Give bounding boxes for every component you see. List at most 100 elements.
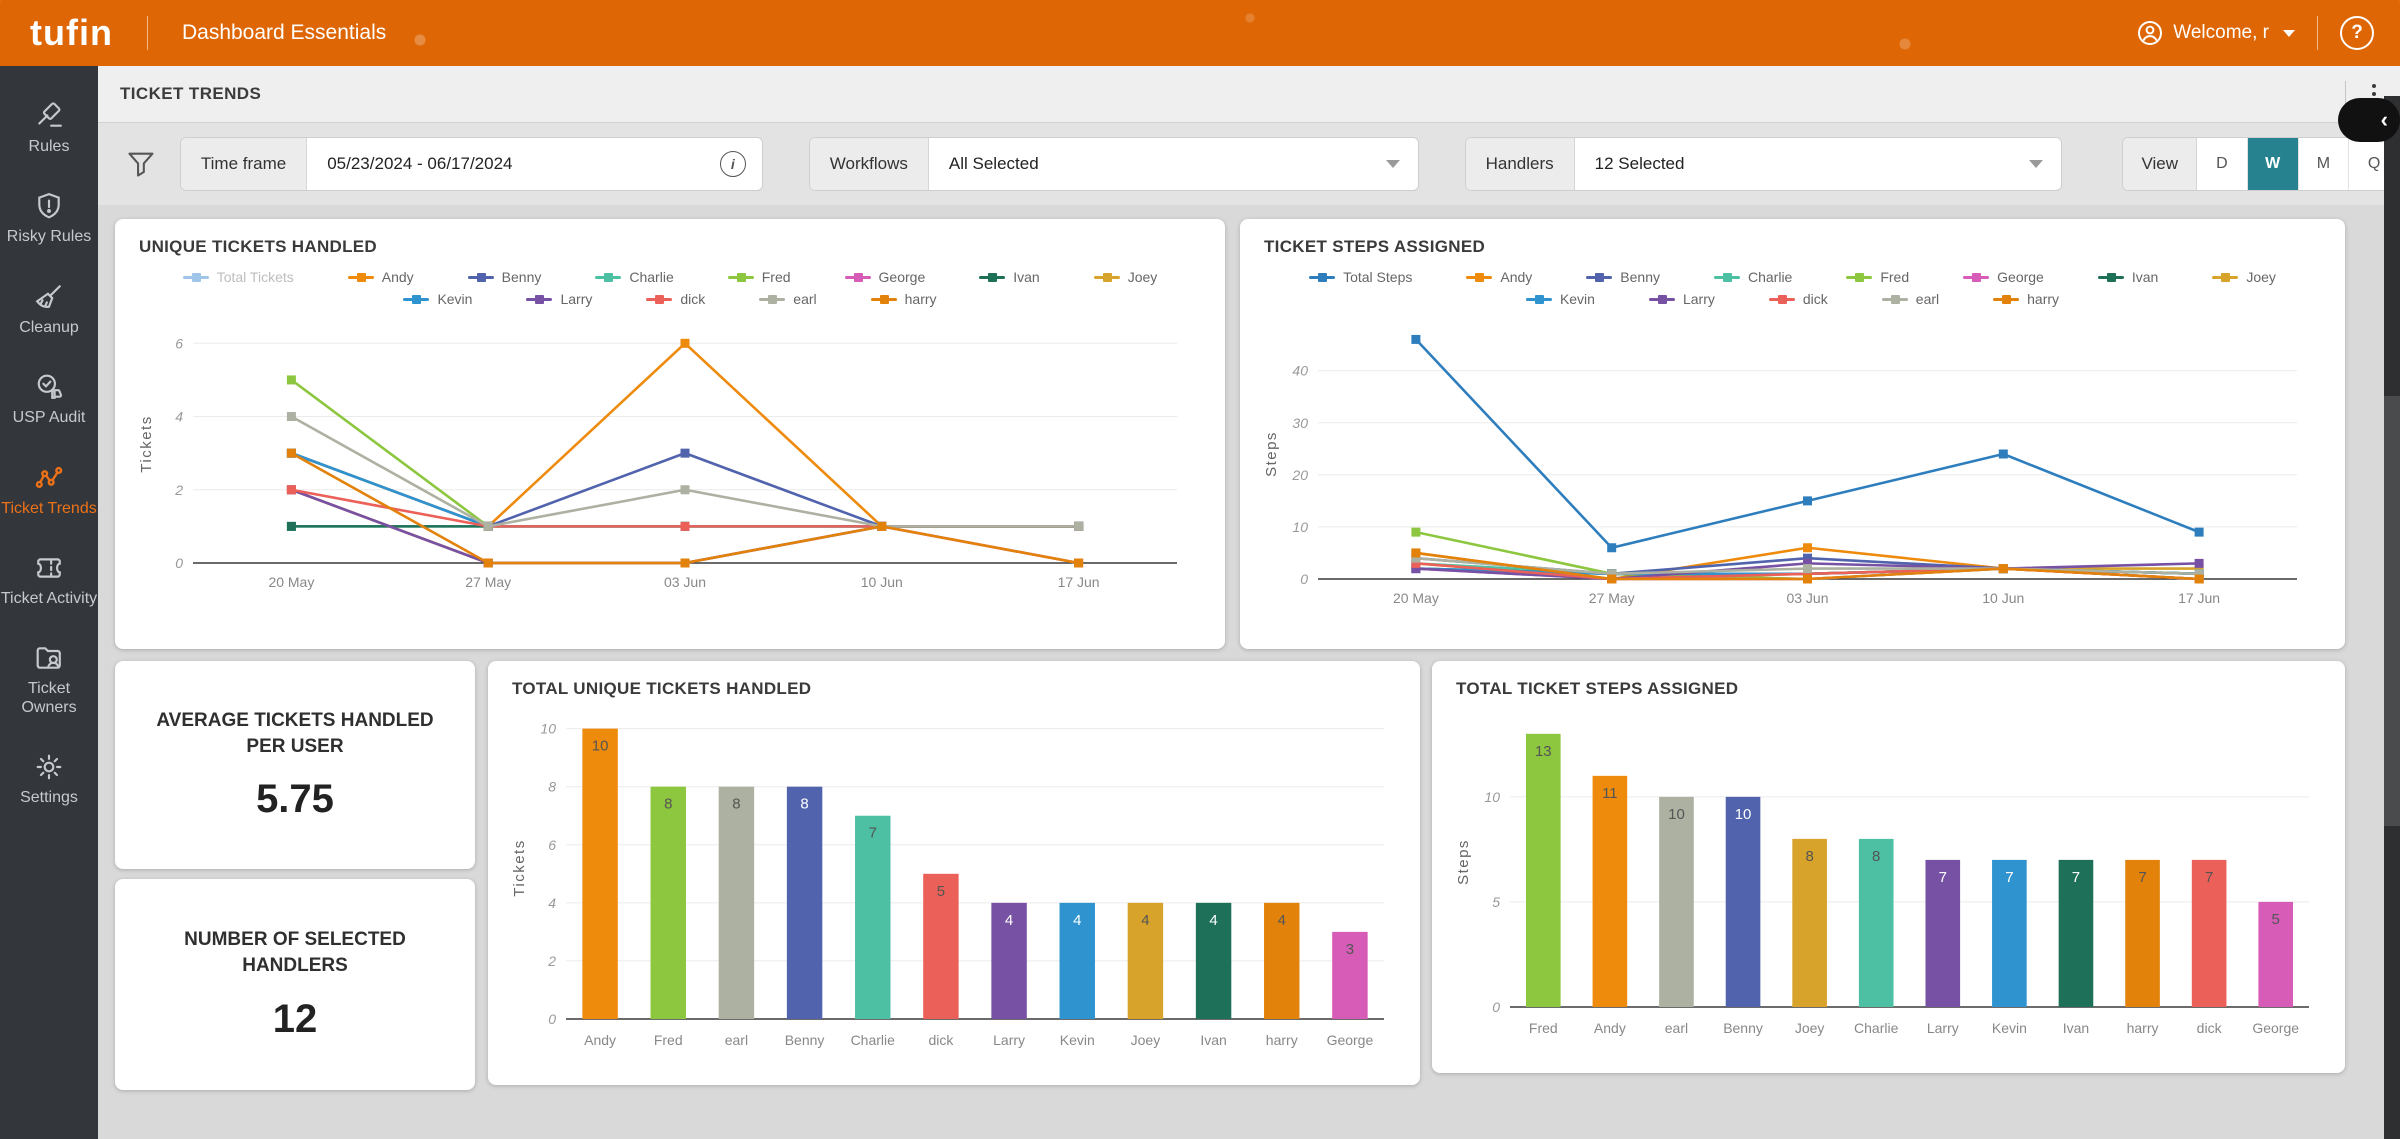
legend-marker bbox=[1963, 272, 1990, 282]
unique-tickets-line-chart: 0 2 4 6 Tickets 20 May 27 May 03 Jun 10 Jun 17 Ju… bbox=[138, 335, 1177, 590]
sidebar-item-label: Rules bbox=[28, 138, 70, 155]
sidebar-item-label: Ticket Activity bbox=[0, 589, 98, 607]
sidebar-item-usp-audit[interactable]: USP Audit bbox=[0, 359, 100, 441]
sidebar-item-settings[interactable]: Settings bbox=[0, 739, 100, 821]
legend-label: harry bbox=[904, 291, 937, 307]
legend-label: harry bbox=[2027, 291, 2060, 307]
svg-text:7: 7 bbox=[2138, 869, 2146, 886]
help-button[interactable]: ? bbox=[2340, 16, 2374, 50]
legend-item[interactable]: Larry bbox=[526, 291, 592, 307]
svg-text:earl: earl bbox=[725, 1032, 748, 1048]
sidebar-item-ticket-owners[interactable]: Ticket Owners bbox=[0, 630, 100, 731]
legend-item[interactable]: Joey bbox=[2212, 269, 2276, 285]
audit-badge-icon bbox=[37, 374, 63, 400]
legend-item[interactable]: Charlie bbox=[595, 269, 674, 285]
legend-label: Ivan bbox=[2131, 269, 2159, 285]
svg-text:Fred: Fred bbox=[1529, 1020, 1558, 1036]
handlers-dropdown[interactable]: Handlers 12 Selected bbox=[1464, 137, 2063, 191]
svg-text:6: 6 bbox=[548, 837, 556, 853]
svg-text:03 Jun: 03 Jun bbox=[664, 574, 706, 590]
filter-funnel-icon bbox=[128, 152, 154, 177]
legend-item[interactable]: Ivan bbox=[979, 269, 1040, 285]
svg-text:40: 40 bbox=[1292, 363, 1308, 379]
svg-text:dick: dick bbox=[2197, 1020, 2223, 1036]
legend-marker bbox=[844, 272, 871, 282]
svg-text:George: George bbox=[1327, 1032, 1374, 1048]
ticket-steps-line-chart: 0 10 20 30 40 Steps 20 May 27 May 03 Jun 10 Jun 17… bbox=[1263, 334, 2297, 606]
legend-item[interactable]: Fred bbox=[727, 269, 791, 285]
info-icon[interactable]: i bbox=[719, 151, 746, 177]
legend-label: earl bbox=[1915, 291, 1940, 307]
collapse-panel-toggle[interactable]: ‹ bbox=[2338, 98, 2400, 142]
svg-text:Tickets: Tickets bbox=[138, 415, 155, 472]
legend-item[interactable]: earl bbox=[1881, 291, 1940, 307]
app-title: Dashboard Essentials bbox=[181, 21, 387, 44]
workflows-dropdown[interactable]: Workflows All Selected bbox=[808, 137, 1419, 191]
legend-item[interactable]: Kevin bbox=[403, 291, 472, 307]
time-frame-control[interactable]: Time frame 05/23/2024 - 06/17/2024 i bbox=[179, 137, 763, 191]
right-scroll-strip[interactable] bbox=[2384, 96, 2400, 1139]
sidebar-item-ticket-trends[interactable]: Ticket Trends bbox=[0, 450, 100, 532]
legend-label: Joey bbox=[2246, 269, 2276, 285]
time-frame-value: 05/23/2024 - 06/17/2024 bbox=[327, 154, 513, 173]
svg-text:4: 4 bbox=[1278, 912, 1286, 929]
sidebar-item-ticket-activity[interactable]: Ticket Activity bbox=[0, 540, 100, 622]
legend-item[interactable]: Benny bbox=[467, 269, 541, 285]
svg-text:27 May: 27 May bbox=[465, 574, 511, 590]
legend-marker bbox=[595, 272, 622, 282]
legend-label: Charlie bbox=[629, 269, 674, 285]
legend-item[interactable]: Total Steps bbox=[1309, 269, 1412, 285]
legend-marker bbox=[1466, 272, 1493, 282]
legend-item[interactable]: dick bbox=[1768, 291, 1828, 307]
svg-text:earl: earl bbox=[1665, 1020, 1688, 1036]
legend-label: Larry bbox=[560, 291, 593, 307]
legend-item[interactable]: Kevin bbox=[1525, 291, 1595, 307]
svg-text:Larry: Larry bbox=[1927, 1020, 1959, 1036]
time-frame-label: Time frame bbox=[180, 138, 308, 190]
view-option-month[interactable]: M bbox=[2298, 138, 2350, 190]
legend-marker bbox=[1093, 272, 1120, 282]
legend-item[interactable]: earl bbox=[759, 291, 817, 307]
legend-marker bbox=[1768, 294, 1795, 304]
svg-text:5: 5 bbox=[1492, 894, 1500, 910]
page-title: TICKET TRENDS bbox=[120, 84, 262, 103]
legend-marker bbox=[1525, 294, 1552, 304]
svg-text:Joey: Joey bbox=[1131, 1032, 1161, 1048]
workflows-label: Workflows bbox=[809, 138, 929, 190]
svg-text:5: 5 bbox=[937, 883, 945, 900]
legend-item[interactable]: Charlie bbox=[1713, 269, 1792, 285]
legend-item[interactable]: George bbox=[1963, 269, 2044, 285]
legend-item[interactable]: Andy bbox=[347, 269, 414, 285]
sidebar-item-cleanup[interactable]: Cleanup bbox=[0, 269, 100, 351]
legend-marker bbox=[979, 272, 1006, 282]
view-option-week[interactable]: W bbox=[2247, 138, 2299, 190]
legend-item[interactable]: George bbox=[844, 269, 925, 285]
legend-item[interactable]: harry bbox=[870, 291, 937, 307]
legend-label: dick bbox=[680, 291, 706, 307]
legend-item[interactable]: Larry bbox=[1648, 291, 1715, 307]
legend-label: Benny bbox=[1620, 269, 1660, 285]
legend-item[interactable]: Joey bbox=[1093, 269, 1157, 285]
legend-item[interactable]: Fred bbox=[1846, 269, 1909, 285]
legend-item[interactable]: harry bbox=[1993, 291, 2059, 307]
svg-text:5: 5 bbox=[2272, 911, 2280, 928]
legend-label: Total Tickets bbox=[216, 269, 294, 285]
legend-item[interactable]: Andy bbox=[1466, 269, 1532, 285]
legend-item[interactable]: Total Tickets bbox=[182, 269, 294, 285]
svg-text:4: 4 bbox=[1209, 912, 1217, 929]
scrollbar-thumb[interactable] bbox=[2384, 396, 2400, 826]
svg-text:Ivan: Ivan bbox=[1200, 1032, 1226, 1048]
view-option-day[interactable]: D bbox=[2197, 138, 2248, 190]
svg-text:8: 8 bbox=[800, 796, 808, 813]
svg-text:13: 13 bbox=[1535, 743, 1552, 760]
user-menu[interactable]: Welcome, r bbox=[2137, 20, 2295, 46]
legend-item[interactable]: Benny bbox=[1586, 269, 1660, 285]
svg-text:03 Jun: 03 Jun bbox=[1786, 590, 1828, 606]
gear-icon bbox=[36, 754, 62, 780]
legend-item[interactable]: dick bbox=[646, 291, 705, 307]
svg-text:4: 4 bbox=[1141, 912, 1149, 929]
sidebar-item-rules[interactable]: Rules bbox=[0, 88, 100, 170]
sidebar-item-risky-rules[interactable]: Risky Rules bbox=[0, 178, 100, 260]
legend-item[interactable]: Ivan bbox=[2097, 269, 2159, 285]
help-icon: ? bbox=[2351, 22, 2363, 43]
